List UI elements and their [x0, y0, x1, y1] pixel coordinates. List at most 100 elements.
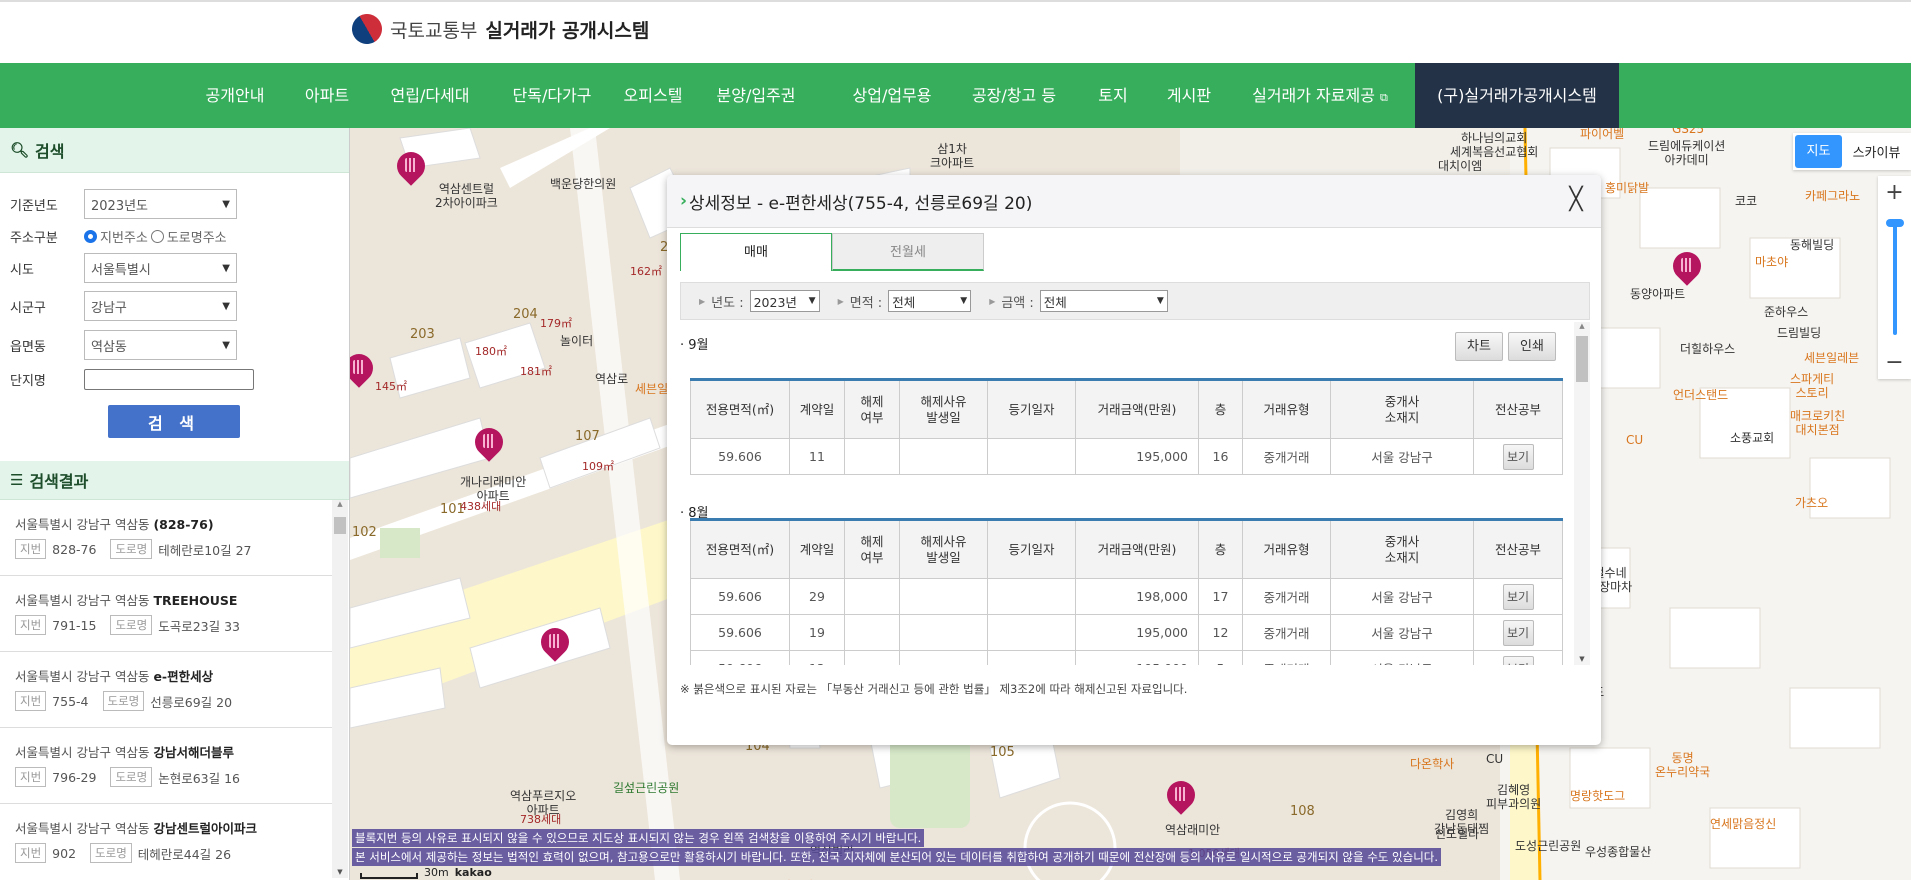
- map-label[interactable]: CU: [1626, 433, 1643, 448]
- result-item[interactable]: 서울특별시 강남구 역삼동 (828-76) 지번 828-76 도로명 테헤란로10…: [0, 500, 332, 576]
- apartment-marker[interactable]: [541, 628, 569, 662]
- scroll-up-icon[interactable]: ▲: [1574, 322, 1590, 330]
- map-label[interactable]: 김혜영 피부과의원: [1486, 783, 1541, 812]
- nav-commercial[interactable]: 상업/업무용: [853, 63, 932, 128]
- map-label[interactable]: 역삼센트럴 2차아이파크: [435, 182, 498, 211]
- nav-data-provision[interactable]: 실거래가 자료제공 ⧉: [1252, 63, 1388, 128]
- year-select[interactable]: 2023년도 ▼: [84, 189, 237, 219]
- map-label[interactable]: 우성종합물산: [1585, 845, 1651, 860]
- map-label[interactable]: 가츠오: [1795, 496, 1828, 511]
- map-label[interactable]: 파이어벨: [1580, 128, 1624, 142]
- result-item[interactable]: 서울특별시 강남구 역삼동 강남센트럴아이파크 지번 902 도로명 테헤란로44길 …: [0, 804, 332, 878]
- map-label[interactable]: 180㎡: [475, 345, 507, 359]
- apartment-marker[interactable]: [1673, 252, 1701, 286]
- search-button[interactable]: 검 색: [108, 405, 240, 438]
- map-label[interactable]: CU: [1486, 752, 1503, 767]
- apartment-marker[interactable]: [475, 428, 503, 462]
- map-type-map-button[interactable]: 지도: [1795, 135, 1842, 168]
- map-label[interactable]: 세븐일레븐: [1804, 351, 1859, 366]
- nav-detached[interactable]: 단독/다가구: [513, 63, 592, 128]
- apartment-marker[interactable]: [397, 152, 425, 186]
- map-label[interactable]: 738세대: [520, 813, 561, 827]
- map-label[interactable]: 181㎡: [520, 365, 552, 379]
- map-label[interactable]: 길섶근린공원: [613, 781, 679, 796]
- result-item[interactable]: 서울특별시 강남구 역삼동 강남서해더블루 지번 796-29 도로명 논현로63길 …: [0, 728, 332, 804]
- nav-public-info[interactable]: 공개안내: [206, 63, 265, 128]
- map-label[interactable]: 109㎡: [582, 460, 614, 474]
- filter-year-select[interactable]: 2023년 ▼: [749, 290, 820, 312]
- nav-officetel[interactable]: 오피스텔: [624, 63, 683, 128]
- zoom-out-button[interactable]: −: [1878, 346, 1911, 379]
- complex-name-input[interactable]: [84, 369, 254, 390]
- map-label[interactable]: 역삼로: [595, 372, 628, 387]
- map-label[interactable]: 108: [1290, 804, 1315, 820]
- map-label[interactable]: 동해빌딩: [1790, 238, 1834, 253]
- filter-price-select[interactable]: 전체 ▼: [1039, 290, 1168, 312]
- result-item[interactable]: 서울특별시 강남구 역삼동 TREEHOUSE 지번 791-15 도로명 도곡로23…: [0, 576, 332, 652]
- chart-button[interactable]: 차트: [1455, 332, 1503, 361]
- view-registry-button[interactable]: 보기: [1502, 583, 1534, 610]
- deal-list-scrollbar[interactable]: ▲ ▼: [1574, 322, 1590, 665]
- map-label[interactable]: 하나님의교회 세계복음선교협회: [1450, 131, 1538, 160]
- map-label[interactable]: 역삼래미안: [1165, 823, 1220, 838]
- map-label[interactable]: 홍미닭발: [1605, 181, 1649, 196]
- map-label[interactable]: 179㎡: [540, 317, 572, 331]
- map-label[interactable]: 203: [410, 327, 435, 343]
- sido-select[interactable]: 서울특별시 ▼: [84, 253, 237, 283]
- zoom-slider-handle[interactable]: [1886, 219, 1904, 227]
- scroll-down-icon[interactable]: ▼: [332, 868, 348, 876]
- map-label[interactable]: 동명 온누리약국: [1655, 751, 1710, 780]
- map-label[interactable]: 준하우스: [1764, 305, 1808, 320]
- map-label[interactable]: 매크로키친 대치본점: [1790, 409, 1845, 438]
- map-label[interactable]: 도성근린공원: [1515, 839, 1581, 854]
- nav-presale[interactable]: 분양/입주권: [717, 63, 796, 128]
- map-label[interactable]: 145㎡: [375, 380, 407, 394]
- view-registry-button[interactable]: 보기: [1502, 443, 1534, 470]
- sigungu-select[interactable]: 강남구 ▼: [84, 291, 237, 321]
- map-label[interactable]: 더힐하우스: [1680, 342, 1735, 357]
- tab-sale[interactable]: 매매: [680, 233, 832, 271]
- result-item[interactable]: 서울특별시 강남구 역삼동 e-편한세상 지번 755-4 도로명 선릉로69길 20: [0, 652, 332, 728]
- map-label[interactable]: 연세맑음정신: [1710, 817, 1776, 832]
- map-label[interactable]: 코코: [1735, 194, 1757, 209]
- map-label[interactable]: 대치이엠: [1438, 159, 1482, 174]
- map-label[interactable]: 백운당한의원: [550, 177, 616, 192]
- map-label[interactable]: 카페그라노: [1805, 189, 1860, 204]
- map-type-skyview-button[interactable]: 스카이뷰: [1842, 142, 1911, 161]
- filter-area-select[interactable]: 전체 ▼: [888, 290, 972, 312]
- map-label[interactable]: 스파게티 스토리: [1790, 372, 1834, 401]
- zoom-slider-track[interactable]: [1893, 219, 1897, 335]
- map-label[interactable]: 소풍교회: [1730, 431, 1774, 446]
- apartment-marker[interactable]: [350, 354, 373, 388]
- map-label[interactable]: 놀이터: [560, 334, 593, 349]
- map-label[interactable]: 김영희 강남동태찜: [1434, 808, 1489, 837]
- view-registry-button[interactable]: 보기: [1502, 655, 1534, 665]
- map-label[interactable]: 동양아파트: [1630, 287, 1685, 302]
- apartment-marker[interactable]: [1167, 781, 1195, 815]
- map-label[interactable]: 삼1차 크아파트: [930, 142, 974, 171]
- map-label[interactable]: GS25: [1672, 128, 1704, 137]
- map-label[interactable]: 마초야: [1755, 255, 1788, 270]
- zoom-in-button[interactable]: +: [1878, 176, 1911, 209]
- results-scrollbar[interactable]: ▲ ▼: [332, 500, 348, 878]
- map-label[interactable]: 438세대: [460, 500, 501, 514]
- map-label[interactable]: 162㎡: [630, 265, 662, 279]
- tab-lease[interactable]: 전월세: [832, 233, 984, 271]
- radio-road[interactable]: [150, 230, 164, 243]
- map-label[interactable]: 다온학사: [1410, 757, 1454, 772]
- map-label[interactable]: 명랑핫도그: [1570, 789, 1625, 804]
- map-label[interactable]: 107: [575, 429, 600, 445]
- nav-land[interactable]: 토지: [1098, 63, 1127, 128]
- site-logo[interactable]: 국토교통부 실거래가 공개시스템: [346, 8, 649, 50]
- nav-apartment[interactable]: 아파트: [305, 63, 349, 128]
- map-label[interactable]: 언더스탠드: [1673, 388, 1728, 403]
- radio-jibun[interactable]: [84, 230, 97, 243]
- close-icon[interactable]: ╳: [1559, 183, 1593, 217]
- dong-select[interactable]: 역삼동 ▼: [84, 330, 237, 360]
- nav-factory[interactable]: 공장/창고 등: [972, 63, 1056, 128]
- nav-rowhouse[interactable]: 연립/다세대: [391, 63, 470, 128]
- map-label[interactable]: 드림빌딩: [1777, 326, 1821, 341]
- scroll-thumb[interactable]: [334, 517, 346, 534]
- map-label[interactable]: 102: [352, 525, 377, 541]
- scroll-up-icon[interactable]: ▲: [332, 500, 348, 508]
